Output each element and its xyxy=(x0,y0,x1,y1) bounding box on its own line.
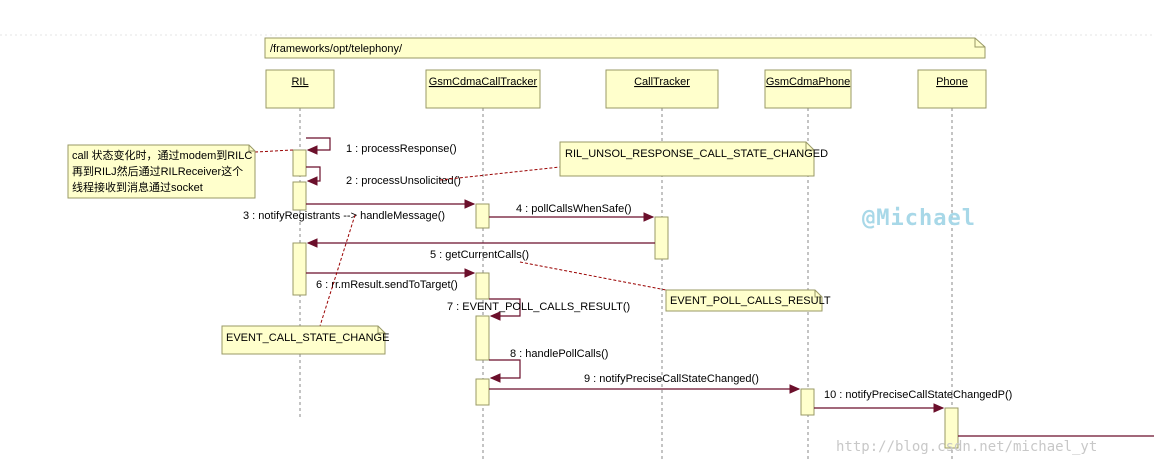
note-unsol-text: RIL_UNSOL_RESPONSE_CALL_STATE_CHANGED xyxy=(565,148,828,160)
lifeline-gsmcdmaphone[interactable]: GsmCdmaPhone xyxy=(764,69,852,109)
url-watermark: http://blog.csdn.net/michael_yt xyxy=(836,439,1097,455)
message-2-label: 2 : processUnsolicited() xyxy=(346,175,461,187)
message-1-label: 1 : processResponse() xyxy=(346,143,457,155)
note-call-state: call 状态变化时，通过modem到RILC 再到RILJ然后通过RILRec… xyxy=(67,144,256,199)
note-call-state-change-text: EVENT_CALL_STATE_CHANGE xyxy=(226,332,389,344)
message-3-label: 3 : notifyRegistrants --> handleMessage(… xyxy=(243,210,445,222)
author-watermark: @Michael xyxy=(862,206,976,231)
note-call-state-line-1: call 状态变化时，通过modem到RILC xyxy=(72,148,252,162)
package-path: /frameworks/opt/telephony/ xyxy=(270,43,403,55)
lifeline-calltracker[interactable]: CallTracker xyxy=(605,69,719,109)
note-call-state-line-3: 线程接收到消息通过socket xyxy=(72,180,203,194)
sequence-diagram: /frameworks/opt/telephony/ RIL GsmCdmaCa… xyxy=(0,34,1154,462)
message-6-label: 6 : rr.mResult.sendToTarget() xyxy=(316,279,458,291)
lifeline-phone-label: Phone xyxy=(936,76,968,88)
note-poll-result-text: EVENT_POLL_CALLS_RESULT xyxy=(670,295,831,307)
note-call-state-change: EVENT_CALL_STATE_CHANGE xyxy=(221,325,389,355)
message-4-label: 4 : pollCallsWhenSafe() xyxy=(516,203,632,215)
message-7-label: 7 : EVENT_POLL_CALLS_RESULT() xyxy=(447,301,630,313)
lifeline-gsmcdmacalltracker-label: GsmCdmaCallTracker xyxy=(429,76,538,88)
note-call-state-line-2: 再到RILJ然后通过RILReceiver这个 xyxy=(72,164,243,178)
message-10-label: 10 : notifyPreciseCallStateChangedP() xyxy=(824,389,1012,401)
message-8-label: 8 : handlePollCalls() xyxy=(510,348,608,360)
note-poll-result: EVENT_POLL_CALLS_RESULT xyxy=(665,289,831,312)
message-5-label: 5 : getCurrentCalls() xyxy=(430,249,529,261)
lifeline-phone[interactable]: Phone xyxy=(917,69,987,109)
lifeline-ril[interactable]: RIL xyxy=(265,69,335,109)
sequence-diagram-canvas: /frameworks/opt/telephony/ RIL GsmCdmaCa… xyxy=(0,0,1154,466)
lifeline-gsmcdmaphone-label: GsmCdmaPhone xyxy=(766,76,850,88)
message-labels: 1 : processResponse() 2 : processUnsolic… xyxy=(243,143,1012,401)
lifeline-calltracker-label: CallTracker xyxy=(634,76,690,88)
lifeline-gsmcdmacalltracker[interactable]: GsmCdmaCallTracker xyxy=(425,69,541,109)
lifeline-ril-label: RIL xyxy=(291,76,308,88)
note-unsol: RIL_UNSOL_RESPONSE_CALL_STATE_CHANGED xyxy=(559,141,828,177)
package-note: /frameworks/opt/telephony/ xyxy=(264,37,986,59)
message-9-label: 9 : notifyPreciseCallStateChanged() xyxy=(584,373,759,385)
activations xyxy=(292,149,959,449)
